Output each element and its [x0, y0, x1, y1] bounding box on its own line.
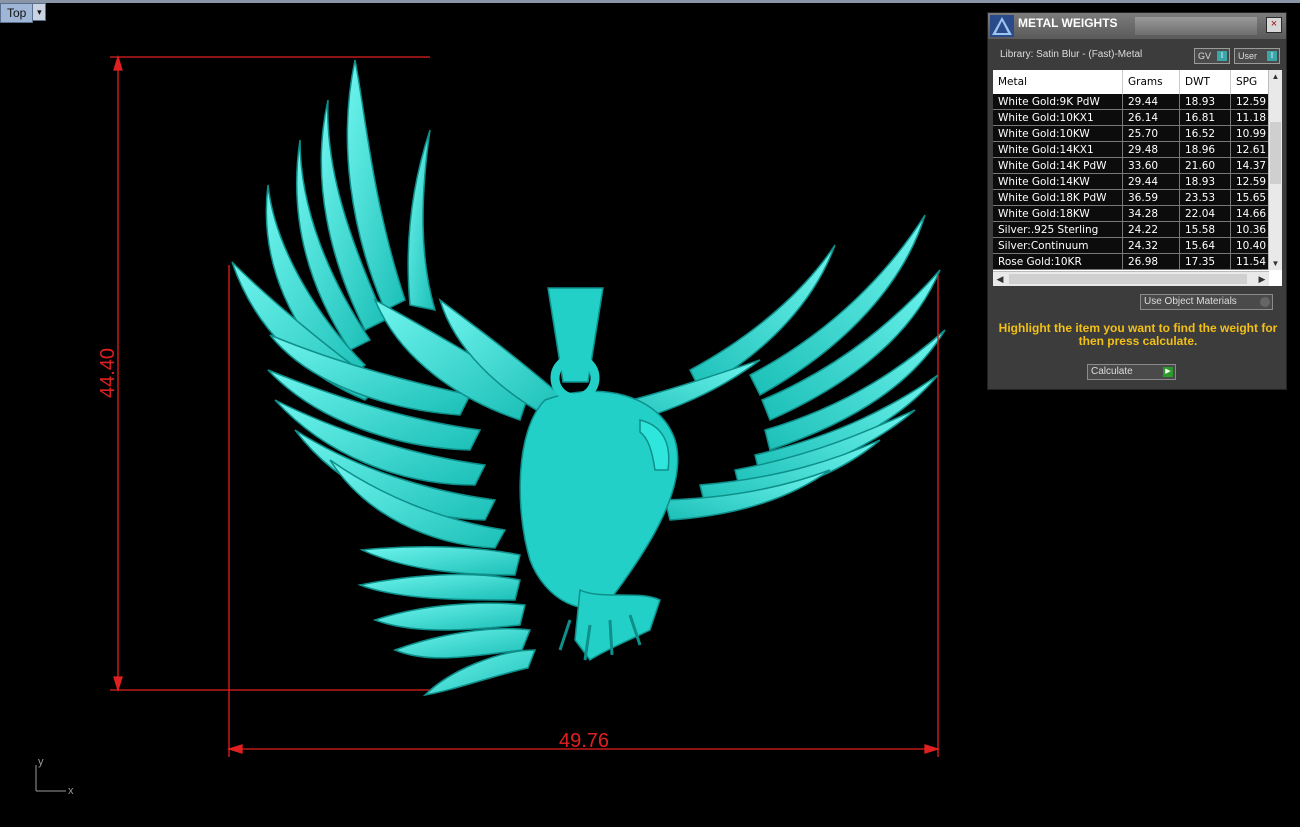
- cell-metal: White Gold:18K PdW: [993, 189, 1123, 206]
- height-dimension-label: 44.40: [97, 348, 119, 398]
- cell-metal: Rose Gold:10KR: [993, 253, 1123, 270]
- cell-grams: 34.28: [1122, 205, 1180, 222]
- user-toggle[interactable]: User I: [1234, 48, 1280, 64]
- cell-metal: White Gold:9K PdW: [993, 94, 1123, 110]
- cell-dwt: 15.58: [1179, 221, 1231, 238]
- cell-dwt: 15.64: [1179, 237, 1231, 254]
- cell-grams: 26.14: [1122, 109, 1180, 126]
- horizontal-scrollbar[interactable]: ◀ ▶: [993, 271, 1269, 286]
- panel-title-bar[interactable]: METAL WEIGHTS ×: [988, 13, 1286, 39]
- cell-metal: White Gold:14KW: [993, 173, 1123, 190]
- cell-dwt: 22.04: [1179, 205, 1231, 222]
- panel-title: METAL WEIGHTS: [1018, 16, 1118, 30]
- cell-metal: Silver:Continuum: [993, 237, 1123, 254]
- table-row[interactable]: Rose Gold:10KR 26.98 17.35 11.54: [993, 253, 1282, 270]
- left-wing: [231, 59, 562, 549]
- cell-dwt: 18.93: [1179, 94, 1231, 110]
- plugin-logo-icon: [990, 15, 1014, 37]
- cell-metal: Silver:.925 Sterling: [993, 221, 1123, 238]
- axis-indicator: [35, 765, 66, 792]
- cell-metal: White Gold:10KW: [993, 125, 1123, 142]
- table-row[interactable]: White Gold:18KW 34.28 22.04 14.66: [993, 205, 1282, 222]
- cell-metal: White Gold:18KW: [993, 205, 1123, 222]
- cell-dwt: 21.60: [1179, 157, 1231, 174]
- calculate-label: Calculate: [1091, 366, 1133, 377]
- cell-dwt: 16.52: [1179, 125, 1231, 142]
- table-row[interactable]: Silver:Continuum 24.32 15.64 10.40: [993, 237, 1282, 254]
- axis-x-label: x: [68, 785, 74, 797]
- table-row[interactable]: White Gold:14K PdW 33.60 21.60 14.37: [993, 157, 1282, 174]
- cell-metal: White Gold:14KX1: [993, 141, 1123, 158]
- library-label: Library: Satin Blur - (Fast)-Metal: [1000, 49, 1143, 60]
- width-dimension-label: 49.76: [559, 730, 609, 752]
- instruction-message: Highlight the item you want to find the …: [998, 321, 1278, 348]
- table-row[interactable]: White Gold:18K PdW 36.59 23.53 15.65: [993, 189, 1282, 206]
- cell-grams: 24.32: [1122, 237, 1180, 254]
- scroll-up-icon[interactable]: ▲: [1269, 70, 1282, 83]
- metal-weights-panel: METAL WEIGHTS × Library: Satin Blur - (F…: [987, 12, 1287, 390]
- cell-grams: 36.59: [1122, 189, 1180, 206]
- cell-grams: 26.98: [1122, 253, 1180, 270]
- play-arrow-icon[interactable]: ▶: [1163, 367, 1173, 377]
- user-toggle-label: User: [1238, 51, 1258, 61]
- cell-grams: 29.44: [1122, 173, 1180, 190]
- vertical-scroll-thumb[interactable]: [1270, 122, 1281, 184]
- table-header-row: Metal Grams DWT SPG: [993, 70, 1282, 94]
- horizontal-scroll-thumb[interactable]: [1009, 274, 1247, 284]
- table-row[interactable]: Silver:.925 Sterling 24.22 15.58 10.36: [993, 221, 1282, 238]
- cell-metal: White Gold:14K PdW: [993, 157, 1123, 174]
- scroll-right-icon[interactable]: ▶: [1255, 272, 1269, 286]
- tail-feathers: [357, 545, 537, 697]
- calculate-button[interactable]: Calculate ▶: [1087, 364, 1176, 380]
- cell-dwt: 23.53: [1179, 189, 1231, 206]
- use-object-materials-label: Use Object Materials: [1144, 296, 1237, 307]
- vertical-scrollbar[interactable]: ▲ ▼: [1268, 70, 1282, 270]
- cell-dwt: 17.35: [1179, 253, 1231, 270]
- column-header-dwt[interactable]: DWT: [1179, 70, 1231, 94]
- table-row[interactable]: White Gold:10KW 25.70 16.52 10.99: [993, 125, 1282, 142]
- scroll-left-icon[interactable]: ◀: [993, 272, 1007, 286]
- table-row[interactable]: White Gold:10KX1 26.14 16.81 11.18: [993, 109, 1282, 126]
- cell-grams: 29.48: [1122, 141, 1180, 158]
- table-row[interactable]: White Gold:14KX1 29.48 18.96 12.61: [993, 141, 1282, 158]
- gv-toggle[interactable]: GV I: [1194, 48, 1230, 64]
- gv-toggle-icon[interactable]: I: [1217, 51, 1227, 61]
- metal-weights-table: Metal Grams DWT SPG White Gold:9K PdW 29.…: [993, 70, 1282, 270]
- axis-y-label: y: [38, 756, 44, 768]
- cell-dwt: 18.93: [1179, 173, 1231, 190]
- use-object-materials-dropdown[interactable]: Use Object Materials: [1140, 294, 1273, 310]
- table-row[interactable]: White Gold:14KW 29.44 18.93 12.59: [993, 173, 1282, 190]
- cell-grams: 33.60: [1122, 157, 1180, 174]
- eagle-pendant-model[interactable]: [231, 59, 946, 697]
- cell-grams: 25.70: [1122, 125, 1180, 142]
- column-header-metal[interactable]: Metal: [993, 70, 1123, 94]
- metal-table-container[interactable]: Metal Grams DWT SPG White Gold:9K PdW 29.…: [993, 70, 1282, 286]
- user-toggle-icon[interactable]: I: [1267, 51, 1277, 61]
- eagle-body: [519, 390, 679, 662]
- cell-grams: 24.22: [1122, 221, 1180, 238]
- scroll-down-icon[interactable]: ▼: [1269, 257, 1282, 270]
- close-icon[interactable]: ×: [1266, 17, 1282, 33]
- cell-dwt: 16.81: [1179, 109, 1231, 126]
- cell-metal: White Gold:10KX1: [993, 109, 1123, 126]
- dropdown-dot-icon[interactable]: [1260, 297, 1270, 307]
- pendant-bail: [547, 287, 604, 403]
- cell-grams: 29.44: [1122, 94, 1180, 110]
- gv-toggle-label: GV: [1198, 51, 1212, 61]
- table-row[interactable]: White Gold:9K PdW 29.44 18.93 12.59: [993, 94, 1282, 110]
- column-header-grams[interactable]: Grams: [1122, 70, 1180, 94]
- title-bar-filler: [1135, 17, 1257, 35]
- cell-dwt: 18.96: [1179, 141, 1231, 158]
